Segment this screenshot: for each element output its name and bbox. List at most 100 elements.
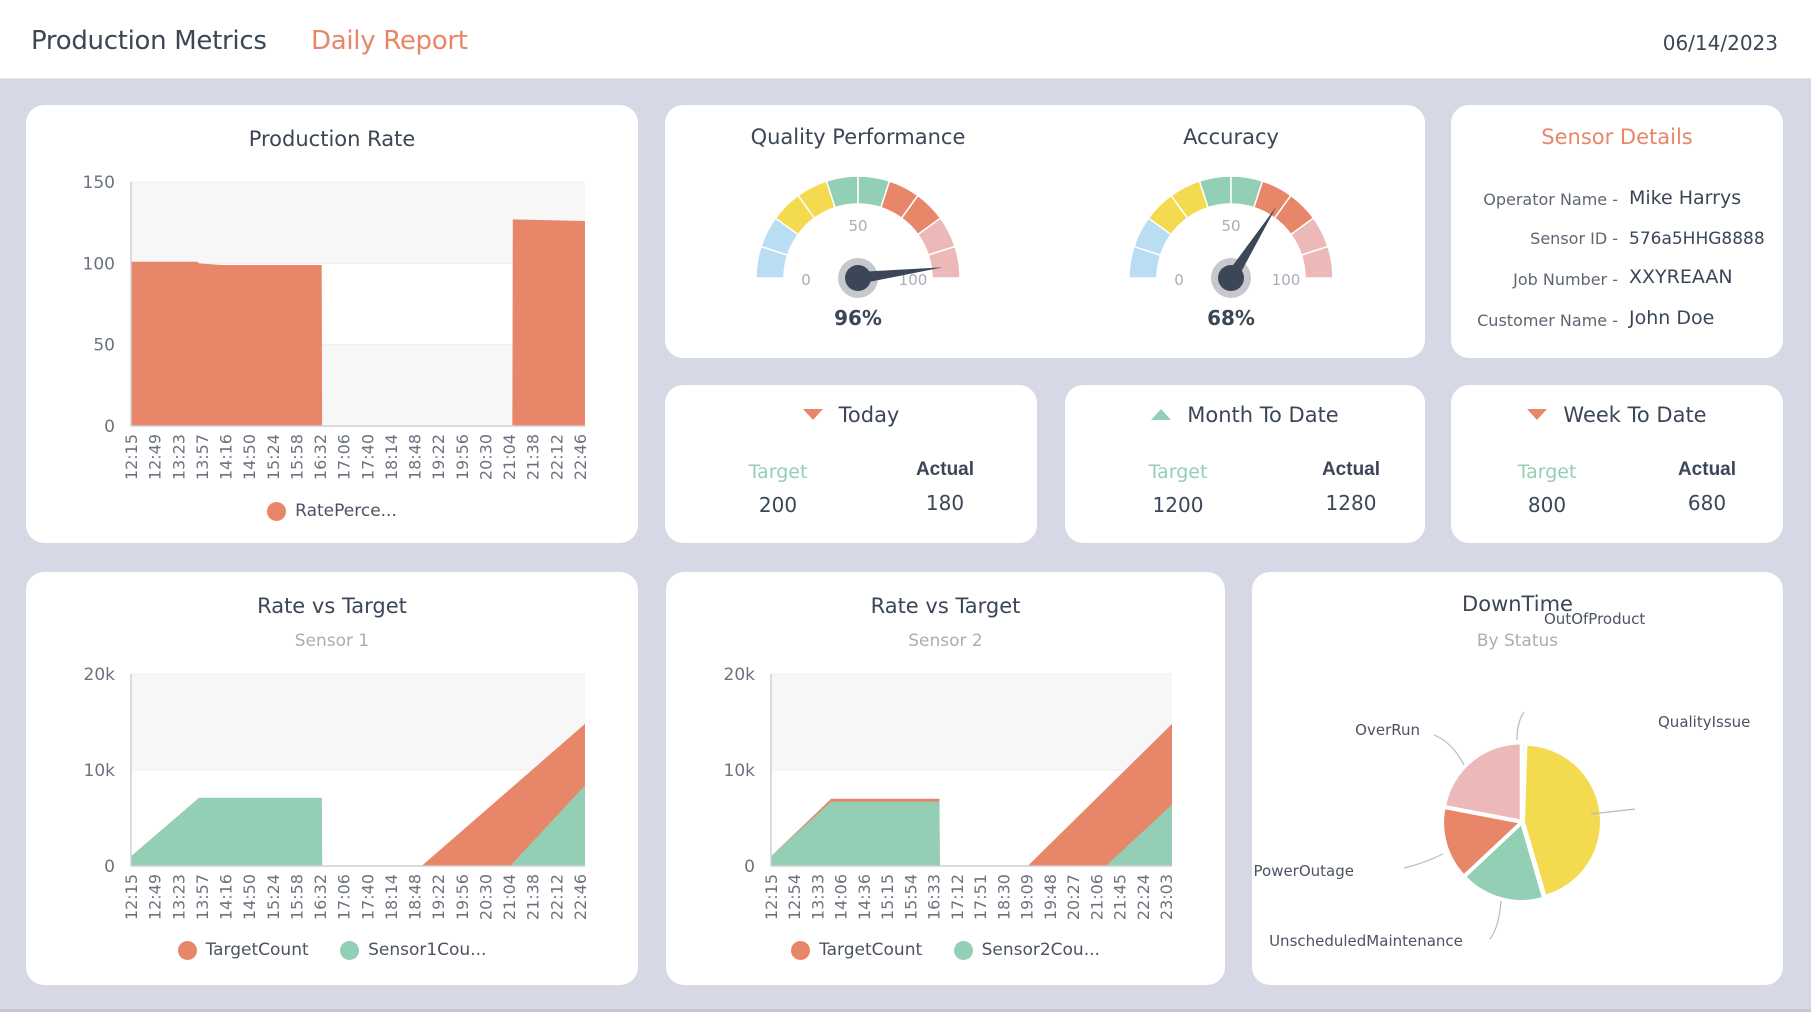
sensor-id-value: 576a5HHG8888 bbox=[1629, 229, 1765, 249]
pie-label-outofproduct: OutOfProduct bbox=[1544, 610, 1645, 628]
pie-label-poweroutage: PowerOutage bbox=[1254, 862, 1355, 880]
pie-connector-poweroutage bbox=[1403, 853, 1444, 869]
y-tick-label: 0 bbox=[744, 857, 755, 877]
legend-item-targetcount[interactable]: TargetCount bbox=[791, 940, 922, 960]
target-value: 800 bbox=[1527, 493, 1567, 517]
y-tick-label: 100 bbox=[83, 254, 115, 274]
triangle-up-icon bbox=[1151, 408, 1172, 420]
actual-label: Actual bbox=[1677, 459, 1737, 480]
gauge-tick-min: 0 bbox=[1174, 271, 1184, 289]
target-label: Target bbox=[1517, 461, 1577, 483]
x-tick-label: 13:57 bbox=[193, 434, 212, 480]
y-tick-label: 10k bbox=[84, 761, 116, 781]
x-tick-label: 17:06 bbox=[335, 874, 354, 920]
sensor1-area-chart: 0 10k 20k 12:15 12:49 13:23 13:57 14:16 14:50 15:… bbox=[84, 665, 590, 920]
x-tick-label: 20:30 bbox=[476, 874, 495, 920]
x-tick-label: 18:30 bbox=[994, 874, 1013, 920]
gauge-tick-max: 100 bbox=[1272, 271, 1301, 289]
sensor-details-card: Sensor Details Operator Name - Mike Harr… bbox=[1451, 105, 1783, 358]
x-tick-label: 15:15 bbox=[878, 874, 897, 920]
pie-connector-outofproduct bbox=[1516, 711, 1525, 741]
customer-name-label: Customer Name - bbox=[1477, 311, 1618, 330]
legend-item-targetcount[interactable]: TargetCount bbox=[177, 940, 309, 960]
x-tick-label: 22:24 bbox=[1134, 874, 1153, 920]
target-value: 200 bbox=[758, 493, 798, 517]
legend-item-sensor2count[interactable]: Sensor2Cou... bbox=[953, 940, 1100, 960]
report-subtitle: Daily Report bbox=[311, 26, 468, 56]
triangle-down-icon bbox=[802, 408, 823, 420]
x-tick-label: 15:24 bbox=[264, 434, 283, 480]
x-tick-label: 20:30 bbox=[476, 434, 495, 480]
legend-label-targetcount: TargetCount bbox=[819, 940, 923, 960]
x-tick-label: 16:33 bbox=[925, 874, 944, 920]
gauge-tick-mid: 50 bbox=[848, 217, 867, 235]
x-tick-label: 12:15 bbox=[762, 874, 781, 920]
pie-label-unscheduledmaintenance: UnscheduledMaintenance bbox=[1269, 932, 1463, 950]
header-bar: Production Metrics Daily Report 06/14/20… bbox=[0, 0, 1811, 79]
y-tick-label: 150 bbox=[83, 173, 115, 193]
accuracy-gauge-title: Accuracy bbox=[1183, 125, 1279, 149]
kpi-card-week: Week To Date Target 800 Actual 680 bbox=[1451, 385, 1783, 543]
job-number-label: Job Number - bbox=[1513, 270, 1618, 289]
x-tick-label: 18:14 bbox=[382, 434, 401, 480]
gauge-value-label: 68% bbox=[1207, 306, 1255, 330]
x-tick-label: 19:09 bbox=[1018, 874, 1037, 920]
sensor1-legend: TargetCount Sensor1Cou... bbox=[26, 940, 638, 965]
kpi-today-heading: Today bbox=[665, 403, 1037, 427]
operator-name-label: Operator Name - bbox=[1483, 190, 1618, 209]
x-tick-label: 12:49 bbox=[146, 434, 165, 480]
kpi-month-title: Month To Date bbox=[1187, 403, 1339, 427]
y-tick-label: 0 bbox=[104, 417, 115, 437]
x-tick-label: 14:36 bbox=[855, 874, 874, 920]
x-tick-label: 14:50 bbox=[240, 874, 259, 920]
x-tick-label: 14:06 bbox=[832, 874, 851, 920]
gauges-card: 0 50 100 96% 0 50 100 68% Quality Performance A… bbox=[665, 105, 1425, 358]
x-tick-label: 22:12 bbox=[547, 434, 566, 480]
actual-value: 180 bbox=[925, 491, 965, 515]
x-tick-label: 12:49 bbox=[146, 874, 165, 920]
kpi-month-actual: Actual 1280 bbox=[1291, 457, 1411, 515]
kpi-today-title: Today bbox=[838, 403, 900, 427]
kpi-today-target: Target 200 bbox=[718, 457, 838, 517]
x-tick-label: 14:16 bbox=[217, 874, 236, 920]
legend-label-targetcount: TargetCount bbox=[205, 940, 309, 960]
kpi-month-target: Target 1200 bbox=[1118, 457, 1238, 517]
x-tick-label: 15:58 bbox=[287, 874, 306, 920]
x-tick-label: 13:33 bbox=[808, 874, 827, 920]
legend-label-sensor1count: Sensor1Cou... bbox=[368, 940, 487, 960]
y-tick-label: 0 bbox=[104, 857, 115, 877]
x-tick-label: 23:03 bbox=[1157, 874, 1176, 920]
production-rate-card: Production Rate 0 50 100 150 12:15 12:49 13:23… bbox=[26, 105, 638, 543]
x-tick-label: 19:22 bbox=[429, 434, 448, 480]
x-tick-label: 21:45 bbox=[1111, 874, 1130, 920]
legend-dot-rate bbox=[267, 501, 287, 521]
sensor1-chart-card: Rate vs Target Sensor 1 0 10k 20k 12:15 12:4… bbox=[26, 572, 638, 985]
sensor2-chart-card: Rate vs Target Sensor 2 0 10k 20k 12:15 12:5… bbox=[666, 572, 1225, 985]
x-tick-label: 19:56 bbox=[453, 434, 472, 480]
legend-item-rate[interactable]: RatePerce... bbox=[267, 501, 397, 521]
x-tick-label: 18:48 bbox=[406, 434, 425, 480]
x-tick-label: 18:14 bbox=[382, 874, 401, 920]
x-tick-label: 15:54 bbox=[901, 874, 920, 920]
x-tick-label: 17:12 bbox=[948, 874, 967, 920]
legend-item-sensor1count[interactable]: Sensor1Cou... bbox=[340, 940, 486, 960]
downtime-chart-card: DownTime By Status OutOfProduct QualityIs… bbox=[1252, 572, 1783, 985]
job-number-value: XXYREAAN bbox=[1629, 266, 1733, 288]
kpi-week-target: Target 800 bbox=[1487, 457, 1607, 517]
target-label: Target bbox=[748, 461, 808, 483]
gauge-hub bbox=[1218, 265, 1244, 291]
operator-name-value: Mike Harrys bbox=[1629, 187, 1742, 209]
x-tick-label: 21:38 bbox=[524, 434, 543, 480]
actual-label: Actual bbox=[915, 459, 975, 480]
x-tick-label: 17:40 bbox=[358, 874, 377, 920]
target-label: Target bbox=[1148, 461, 1208, 483]
app-title: Production Metrics bbox=[31, 26, 267, 56]
quality-gauge-title: Quality Performance bbox=[750, 125, 966, 149]
report-date: 06/14/2023 bbox=[1662, 31, 1778, 55]
legend-dot-sensor2count bbox=[953, 940, 973, 960]
pie-label-qualityissue: QualityIssue bbox=[1658, 713, 1750, 731]
pie-slice-overrun bbox=[1443, 742, 1522, 822]
legend-label-sensor2count: Sensor2Cou... bbox=[981, 940, 1100, 960]
target-value: 1200 bbox=[1152, 493, 1204, 517]
x-tick-label: 13:57 bbox=[193, 874, 212, 920]
